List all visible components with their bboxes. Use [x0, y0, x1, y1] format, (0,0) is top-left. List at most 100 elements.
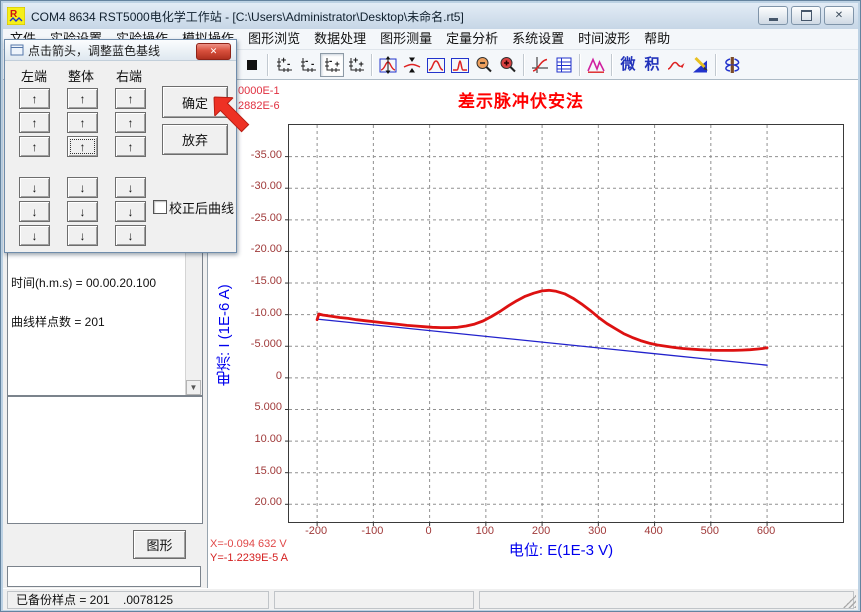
- x-tick-label: 500: [701, 525, 719, 537]
- left-down-button-3[interactable]: ↓: [19, 225, 50, 246]
- app-window: R COM4 8634 RST5000电化学工作站 - [C:\Users\Ad…: [0, 0, 861, 612]
- integrate-icon[interactable]: 积: [640, 53, 664, 77]
- left-up-button-2[interactable]: ↑: [19, 112, 50, 133]
- toolbar-separator: [267, 54, 269, 76]
- menu-help[interactable]: 帮助: [637, 29, 677, 49]
- lower-panel: [7, 396, 203, 524]
- zoom-out-icon[interactable]: [472, 53, 496, 77]
- peak-zoom-wide-icon[interactable]: [424, 53, 448, 77]
- left-down-button-1[interactable]: ↓: [19, 177, 50, 198]
- scroll-down-icon[interactable]: ▼: [186, 380, 201, 395]
- x-tick-label: 400: [644, 525, 662, 537]
- stop-icon[interactable]: [240, 53, 264, 77]
- column-header-right: 右端: [116, 66, 142, 85]
- corrected-curve-checkbox[interactable]: [153, 200, 167, 214]
- toolbar-separator: [371, 54, 373, 76]
- right-down-button-3[interactable]: ↓: [115, 225, 146, 246]
- baseline-dialog: 点击箭头，调整蓝色基线 ✕ 左端 整体 右端 ↑ ↑ ↑ ↑ ↑ ↑ ↑ ↑ ↑…: [4, 39, 237, 253]
- axis-plus-minus-icon[interactable]: +-: [272, 53, 296, 77]
- menu-data-processing[interactable]: 数据处理: [307, 29, 373, 49]
- x-tick-label: -200: [305, 525, 327, 537]
- toolbar-separator: [611, 54, 613, 76]
- restore-icon: [801, 10, 812, 21]
- data-table-icon[interactable]: [552, 53, 576, 77]
- window-title: COM4 8634 RST5000电化学工作站 - [C:\Users\Admi…: [31, 8, 464, 25]
- bottom-text-field[interactable]: [7, 566, 201, 587]
- app-logo-icon: R: [7, 7, 25, 25]
- status-bar: 已备份样点 = 201 .0078125: [3, 588, 858, 610]
- axis-minus-minus-icon[interactable]: --: [296, 53, 320, 77]
- axis-minus-plus-icon[interactable]: -+: [320, 53, 344, 77]
- right-up-button-3[interactable]: ↑: [115, 136, 146, 157]
- restore-button[interactable]: [791, 6, 821, 25]
- y-tick-label: -15.00: [208, 275, 282, 287]
- peak-zoom-narrow-icon[interactable]: [448, 53, 472, 77]
- close-button[interactable]: ✕: [824, 6, 854, 25]
- differentiate-icon[interactable]: 微: [616, 53, 640, 77]
- menu-graph-browse[interactable]: 图形浏览: [241, 29, 307, 49]
- dialog-close-button[interactable]: ✕: [196, 43, 231, 60]
- whole-down-button-1[interactable]: ↓: [67, 177, 98, 198]
- y-tick-label: 10.00: [208, 433, 282, 445]
- right-up-button-1[interactable]: ↑: [115, 88, 146, 109]
- dialog-title-bar[interactable]: 点击箭头，调整蓝色基线 ✕: [5, 40, 236, 61]
- status-panel-2: [274, 591, 474, 609]
- expand-y-icon[interactable]: [376, 53, 400, 77]
- menu-graph-measure[interactable]: 图形测量: [373, 29, 439, 49]
- resize-grip[interactable]: [843, 595, 856, 608]
- right-up-button-2[interactable]: ↑: [115, 112, 146, 133]
- minimize-icon: [769, 18, 778, 21]
- svg-text:-: -: [305, 56, 308, 67]
- minimize-button[interactable]: [758, 6, 788, 25]
- top-readout-line2: 2882E-6: [238, 100, 280, 112]
- info-line: 时间(h.m.s) = 00.00.20.100: [11, 277, 202, 290]
- overlay-peaks-icon[interactable]: [584, 53, 608, 77]
- top-readout-line1: 0000E-1: [238, 85, 280, 97]
- left-up-button-3[interactable]: ↑: [19, 136, 50, 157]
- svg-text:+: +: [335, 59, 340, 69]
- y-tick-label: 20.00: [208, 496, 282, 508]
- menu-time-waveform[interactable]: 时间波形: [571, 29, 637, 49]
- dialog-form-icon: [10, 43, 24, 57]
- y-tick-label: 5.000: [208, 401, 282, 413]
- compress-y-icon[interactable]: [400, 53, 424, 77]
- svg-text:-: -: [287, 59, 290, 70]
- electrode-icon[interactable]: [720, 53, 744, 77]
- left-down-button-2[interactable]: ↓: [19, 201, 50, 222]
- x-tick-label: 600: [757, 525, 775, 537]
- plot-area[interactable]: [288, 124, 844, 523]
- axis-plus-plus-icon[interactable]: ++: [344, 53, 368, 77]
- baseline-edit-icon[interactable]: [688, 53, 712, 77]
- whole-down-button-3[interactable]: ↓: [67, 225, 98, 246]
- right-down-button-2[interactable]: ↓: [115, 201, 146, 222]
- cursor-x-readout: X=-0.094 632 V: [210, 538, 287, 550]
- zoom-in-icon[interactable]: [496, 53, 520, 77]
- right-down-button-1[interactable]: ↓: [115, 177, 146, 198]
- ok-button[interactable]: 确定: [162, 86, 228, 118]
- cancel-button[interactable]: 放弃: [162, 124, 228, 155]
- svg-text:+: +: [359, 59, 364, 69]
- whole-up-button-2[interactable]: ↑: [67, 112, 98, 133]
- whole-up-button-3[interactable]: ↑: [67, 136, 98, 157]
- left-up-button-1[interactable]: ↑: [19, 88, 50, 109]
- cursor-y-readout: Y=-1.2239E-5 A: [210, 552, 288, 564]
- x-tick-label: 300: [588, 525, 606, 537]
- x-tick-label: 100: [476, 525, 494, 537]
- smooth-curve-icon[interactable]: [664, 53, 688, 77]
- x-tick-label: 0: [426, 525, 432, 537]
- svg-text:+: +: [281, 55, 286, 65]
- graph-button[interactable]: 图形: [133, 530, 186, 559]
- x-tick-label: 200: [532, 525, 550, 537]
- status-panel-samples: 已备份样点 = 201 .0078125: [7, 591, 269, 609]
- crosshair-curve-icon[interactable]: [528, 53, 552, 77]
- menu-system-settings[interactable]: 系统设置: [505, 29, 571, 49]
- whole-down-button-2[interactable]: ↓: [67, 201, 98, 222]
- column-header-whole: 整体: [68, 66, 94, 85]
- dialog-title: 点击箭头，调整蓝色基线: [28, 42, 160, 59]
- y-tick-label: 15.00: [208, 465, 282, 477]
- corrected-curve-label: 校正后曲线: [169, 198, 234, 217]
- whole-up-button-1[interactable]: ↑: [67, 88, 98, 109]
- y-tick-label: 0: [208, 370, 282, 382]
- y-tick-label: -10.00: [208, 307, 282, 319]
- menu-quantitative-analysis[interactable]: 定量分析: [439, 29, 505, 49]
